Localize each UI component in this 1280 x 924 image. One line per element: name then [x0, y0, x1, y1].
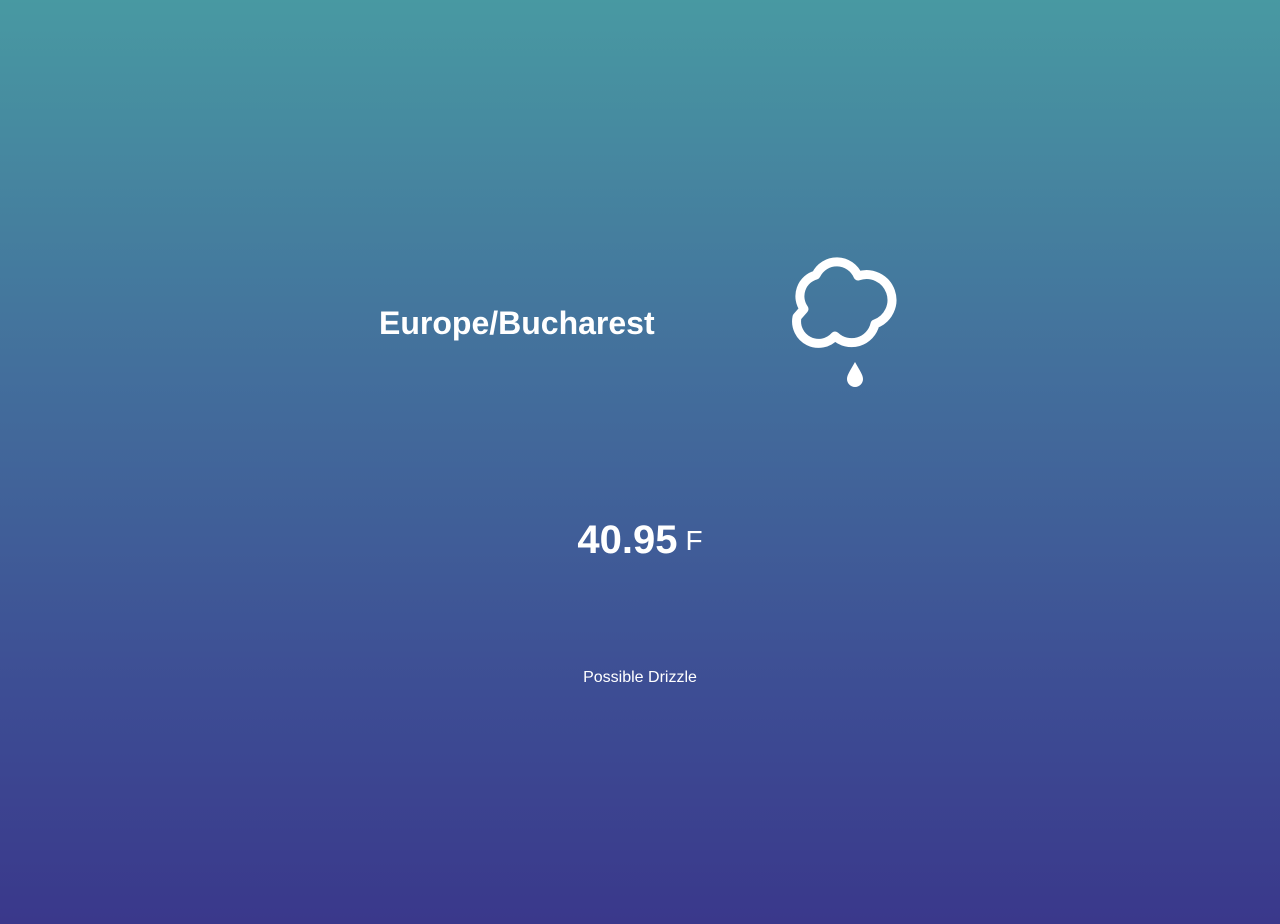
temperature-display: 40.95 F	[0, 516, 1280, 573]
temperature-unit: F	[685, 525, 703, 556]
location-timezone: Europe/Bucharest	[379, 305, 655, 341]
rain-icon	[792, 257, 897, 387]
weather-summary: Possible Drizzle	[583, 669, 697, 686]
temperature-value: 40.95	[577, 518, 678, 562]
